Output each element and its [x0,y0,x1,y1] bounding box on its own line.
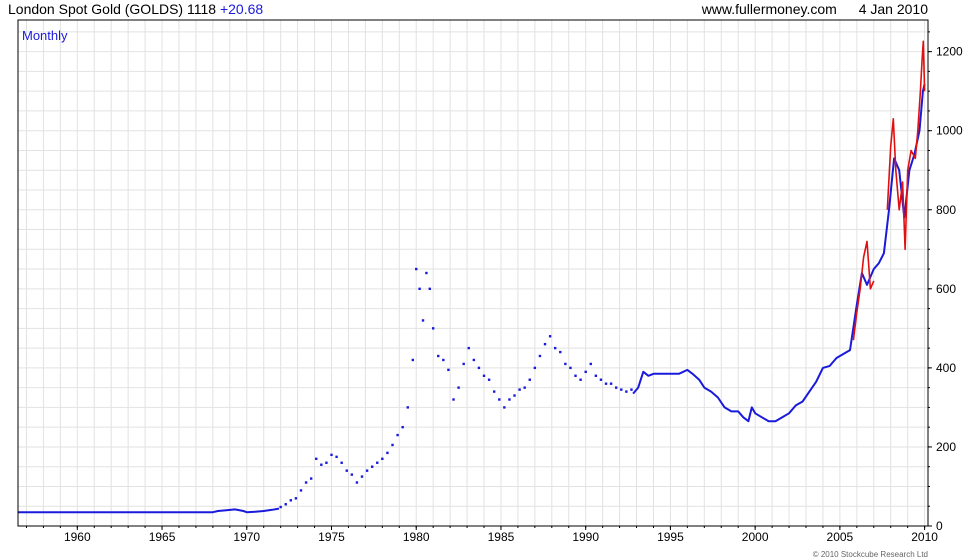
grid-layer [18,20,928,527]
price-point [345,469,348,472]
price-point [431,327,435,330]
price-point [304,481,308,484]
price-point [498,398,501,401]
price-point [457,386,460,389]
price-chart: 1960 1965 1970 1975 1980 1985 1990 1995 2000 2005… [17,19,963,544]
price-point [472,358,476,362]
copyright-notice: © 2010 Stockcube Research Ltd [812,550,928,559]
price-series-line [632,83,926,423]
price-point [594,374,598,377]
price-point [355,481,359,484]
y-tick-label: 1000 [936,124,963,138]
price-point [599,378,603,381]
price-point [447,368,450,372]
price-point [492,390,496,393]
price-point [425,271,428,275]
price-point [428,287,431,291]
price-point [289,499,293,502]
x-tick-label: 1960 [64,530,91,544]
price-point [543,342,547,346]
y-tick-label: 0 [936,519,943,533]
price-point [579,378,582,381]
price-point [421,319,425,322]
price-point [614,386,618,389]
price-point [386,451,389,455]
price-point [360,475,364,478]
x-tick-label: 1980 [403,530,430,544]
price-point [569,366,572,370]
price-point [396,433,399,437]
price-point [284,503,287,506]
x-tick-label: 2010 [911,530,938,544]
plot-frame [17,19,929,527]
price-point [508,398,511,401]
price-point [365,469,369,472]
x-tick-label: 1975 [318,530,345,544]
price-point [437,354,440,358]
price-point [325,461,328,464]
price-point [335,455,338,459]
price-point [548,335,552,338]
price-point [589,362,592,366]
price-point [401,425,404,429]
price-point [294,497,298,500]
price-point [477,366,481,370]
price-point [320,463,323,466]
price-point [299,489,303,492]
price-point [503,406,506,409]
price-point [523,386,526,389]
x-tick-label: 1970 [233,530,260,544]
price-point [406,406,409,409]
price-point [518,388,521,391]
price-point [513,394,516,397]
price-point [411,358,415,362]
price-point [391,443,394,447]
price-point [418,287,421,291]
price-point [584,370,587,374]
price-point [370,465,374,468]
price-point [350,473,354,476]
price-point [309,477,313,480]
y-tick-label: 400 [936,361,956,375]
price-point [376,461,379,464]
period-label: Monthly [22,28,68,43]
price-point [553,346,557,350]
price-point [415,267,418,271]
price-point [528,378,531,381]
y-tick-label: 200 [936,440,956,454]
price-series-line [18,507,280,514]
price-point [630,388,633,391]
price-point [330,453,333,457]
price-point [538,354,542,358]
price-series-line [886,40,926,251]
y-tick-label: 800 [936,203,956,217]
price-point [533,366,537,370]
x-tick-label: 1985 [488,530,515,544]
price-point [559,350,562,354]
x-tick-label: 1995 [657,530,684,544]
price-point [315,457,318,460]
x-tick-label: 2000 [742,530,769,544]
price-point [462,362,465,366]
x-tick-label: 1965 [149,530,176,544]
price-point [340,461,343,464]
price-point [564,362,567,366]
x-tick-label: 2005 [827,530,854,544]
price-point [381,457,384,460]
price-point [467,346,470,350]
price-point [574,374,577,377]
price-point [452,398,455,401]
y-tick-label: 1200 [936,45,963,59]
price-point [604,382,608,385]
price-point [620,388,623,391]
price-point [609,382,613,385]
price-point [442,358,445,362]
y-tick-label: 600 [936,282,956,296]
chart-window: London Spot Gold (GOLDS) 1118 +20.68 www… [0,0,980,560]
price-point [487,378,491,381]
price-point [482,374,486,377]
x-tick-label: 1990 [572,530,599,544]
price-point [625,390,628,393]
price-point [279,505,282,509]
